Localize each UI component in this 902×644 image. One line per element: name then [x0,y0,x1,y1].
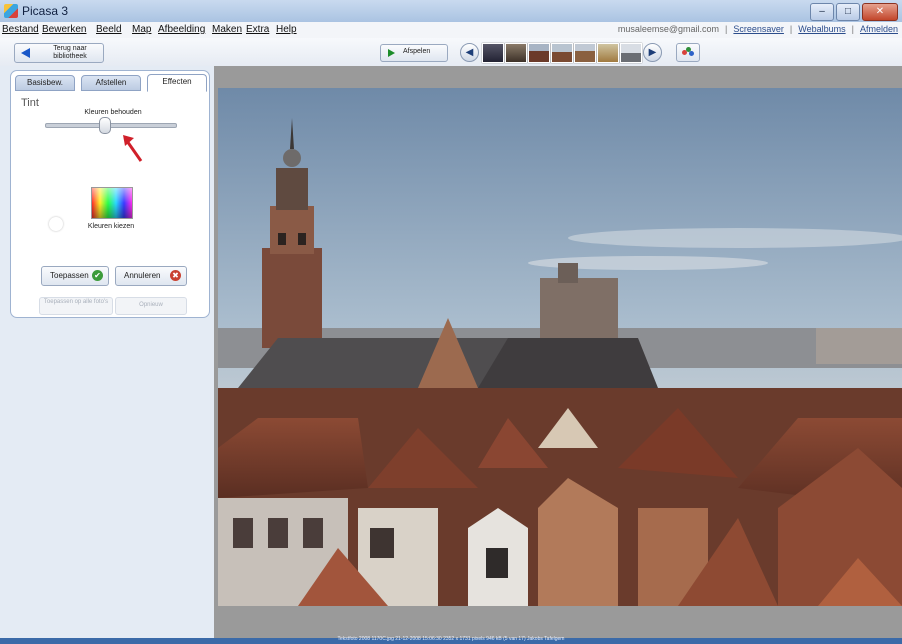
back-to-library-button[interactable]: Terug naar bibliotheek [14,43,104,63]
menu-maken[interactable]: Maken [212,24,242,35]
thumbnail[interactable] [528,43,550,63]
picasa-logo-icon [4,4,18,18]
slider-label: Kleuren behouden [84,109,142,116]
window-controls: – □ ✕ [810,3,898,21]
thumbnail[interactable] [482,43,504,63]
edit-tabs: Basisbew. Afstellen Effecten [11,71,209,92]
maximize-button[interactable]: □ [836,3,860,21]
thumbnail[interactable] [620,43,642,63]
app-title: Picasa 3 [22,4,69,18]
account-email: musaleemse@gmail.com [617,24,720,34]
menu-extra[interactable]: Extra [246,24,269,35]
status-text: Tekstfoto 2008 1170C.jpg 21-12-2008 15:0… [337,636,565,642]
play-label: Afspelen [403,48,431,55]
tab-basisbew[interactable]: Basisbew. [15,75,75,91]
slider-handle[interactable] [98,117,111,134]
link-screensaver[interactable]: Screensaver [733,24,784,34]
account-links: musaleemse@gmail.com | Screensaver | Web… [617,24,898,34]
selected-color-dot[interactable] [49,217,63,231]
title-bar: Picasa 3 – □ ✕ [0,0,902,23]
link-webalbums[interactable]: Webalbums [798,24,845,34]
effects-icon[interactable] [676,43,700,62]
apply-label: Toepassen [50,271,89,280]
apply-all-button: Toepassen op alle foto's [39,297,113,315]
redo-button: Opnieuw [115,297,187,315]
tab-afstellen[interactable]: Afstellen [81,75,141,91]
apply-button[interactable]: Toepassen ✔ [41,266,109,286]
thumbnail[interactable] [597,43,619,63]
menu-beeld[interactable]: Beeld [96,24,122,35]
main-photo[interactable] [218,88,902,606]
cancel-button[interactable]: Annuleren ✖ [115,266,187,286]
thumbnail[interactable] [505,43,527,63]
menu-bestand[interactable]: Bestand [2,24,39,35]
cancel-icon: ✖ [170,270,181,281]
cancel-label: Annuleren [124,271,161,280]
play-slideshow-button[interactable]: Afspelen [380,44,448,62]
panel-heading: Tint [21,97,39,109]
toolbar: Terug naar bibliotheek Afspelen ◀ ▶ [0,38,902,66]
menu-help[interactable]: Help [276,24,297,35]
back-to-library-label: Terug naar bibliotheek [53,45,87,60]
redo-label: Opnieuw [139,302,163,308]
status-bar: Tekstfoto 2008 1170C.jpg 21-12-2008 15:0… [0,636,902,644]
color-picker-swatch[interactable] [91,187,133,219]
apply-all-label: Toepassen op alle foto's [43,299,109,305]
minimize-button[interactable]: – [810,3,834,21]
thumbnail[interactable] [574,43,596,63]
keep-colors-slider[interactable] [45,123,177,128]
close-button[interactable]: ✕ [862,3,898,21]
menu-bar: Bestand Bewerken Beeld Map Afbeelding Ma… [0,22,902,39]
back-arrow-icon [21,48,30,58]
color-picker-label: Kleuren kiezen [87,223,135,230]
next-icon[interactable]: ▶ [643,43,662,62]
menu-map[interactable]: Map [132,24,151,35]
red-pointer-icon [123,135,143,162]
thumbnail[interactable] [551,43,573,63]
tab-effecten[interactable]: Effecten [147,74,207,92]
menu-bewerken[interactable]: Bewerken [42,24,86,35]
prev-icon[interactable]: ◀ [460,43,479,62]
play-icon [388,49,395,57]
link-afmelden[interactable]: Afmelden [860,24,898,34]
check-icon: ✔ [92,270,103,281]
edit-panel: Basisbew. Afstellen Effecten Tint Kleure… [10,70,210,318]
menu-afbeelding[interactable]: Afbeelding [158,24,205,35]
